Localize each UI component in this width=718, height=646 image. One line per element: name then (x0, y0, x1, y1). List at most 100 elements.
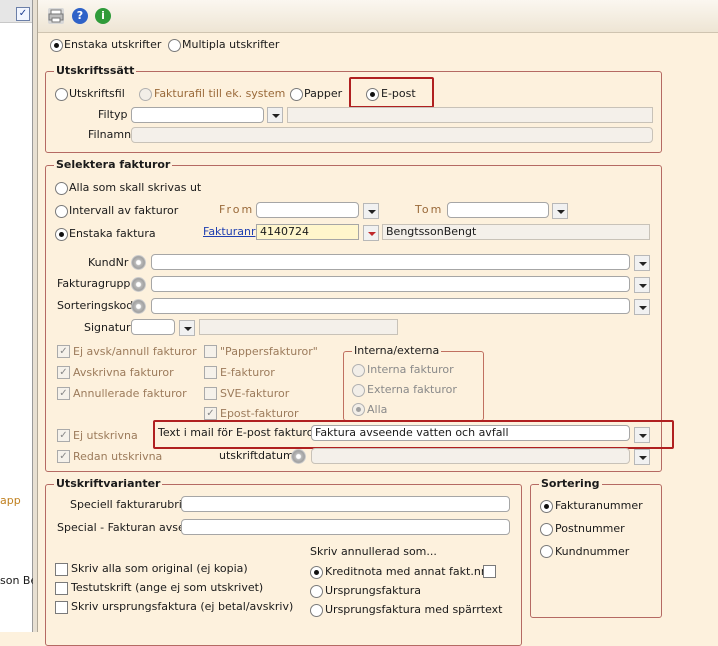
pappersfakturor-checkbox[interactable] (204, 345, 217, 358)
blocked-original-radio[interactable] (310, 604, 323, 617)
redan-utskrivna-checkbox[interactable]: ✓ (57, 450, 70, 463)
sort-postal-code-label: Postnummer (555, 522, 625, 535)
externa-radio[interactable] (352, 384, 365, 397)
sort-customer-number-radio[interactable] (540, 545, 553, 558)
signatur-extra-field (199, 319, 398, 335)
single-invoice-radio[interactable] (55, 228, 68, 241)
internal-external-title: Interna/externa (352, 344, 442, 357)
avskrivna-label: Avskrivna fakturor (73, 366, 174, 379)
filetype-extra-field (287, 107, 653, 123)
fakturagrupp-gear-icon[interactable] (131, 277, 146, 292)
from-field[interactable] (256, 202, 359, 218)
original-radio[interactable] (310, 585, 323, 598)
ej-avsk-checkbox[interactable]: ✓ (57, 345, 70, 358)
filename-field[interactable] (131, 127, 653, 143)
sorting-title: Sortering (539, 477, 602, 490)
special-header-field[interactable] (181, 496, 510, 512)
alla-label: Alla (367, 403, 388, 416)
sorteringskod-label: Sorteringskod (57, 299, 134, 312)
kundnr-field[interactable] (151, 254, 630, 270)
signatur-field[interactable] (131, 319, 175, 335)
tom-dropdown-button[interactable] (552, 203, 568, 219)
utskriftdatum-dropdown-button[interactable] (634, 449, 650, 465)
filetype-select[interactable] (131, 107, 264, 123)
alla-radio[interactable] (352, 403, 365, 416)
credit-note-checkbox[interactable] (483, 565, 496, 578)
output-file-radio[interactable] (55, 88, 68, 101)
original-checkbox[interactable] (55, 563, 68, 576)
kundnr-gear-icon[interactable] (131, 255, 146, 270)
avskrivna-checkbox[interactable]: ✓ (57, 366, 70, 379)
pane-splitter[interactable] (33, 0, 38, 632)
filetype-label: Filtyp (98, 108, 128, 121)
test-print-checkbox[interactable] (55, 582, 68, 595)
mail-text-label: Text i mail för E-post fakturor (158, 426, 318, 439)
credit-note-radio[interactable] (310, 566, 323, 579)
print-icon[interactable] (48, 8, 64, 24)
e-fakturor-checkbox[interactable] (204, 366, 217, 379)
fakturagrupp-label: Fakturagrupp (57, 277, 131, 290)
externa-label: Externa fakturor (367, 383, 457, 396)
original-invoice-label: Skriv ursprungsfaktura (ej betal/avskriv… (71, 600, 294, 613)
epost-fakturor-checkbox[interactable]: ✓ (204, 407, 217, 420)
sorteringskod-field[interactable] (151, 298, 630, 314)
single-invoice-label: Enstaka faktura (69, 227, 156, 240)
from-dropdown-button[interactable] (363, 203, 379, 219)
filename-label: Filnamn (88, 128, 132, 141)
redan-utskrivna-label: Redan utskrivna (73, 450, 163, 463)
special-subject-label: Special - Fakturan avser (57, 521, 190, 534)
ej-avsk-label: Ej avsk/annull fakturor (73, 345, 197, 358)
mail-text-field[interactable]: Faktura avseende vatten och avfall (311, 425, 630, 441)
filetype-dropdown-button[interactable] (267, 107, 283, 123)
info-icon[interactable]: i (95, 8, 111, 24)
interval-radio[interactable] (55, 205, 68, 218)
original-radio-label: Ursprungsfaktura (325, 584, 421, 597)
interna-radio[interactable] (352, 364, 365, 377)
original-invoice-checkbox[interactable] (55, 601, 68, 614)
left-fragment-name: son Be (0, 574, 38, 587)
toolbar: ? i (38, 0, 718, 33)
fakturanr-field[interactable]: 4140724 (256, 224, 359, 240)
utskriftdatum-field[interactable] (311, 448, 630, 464)
signatur-label: Signatur (84, 321, 131, 334)
mail-text-dropdown-button[interactable] (634, 427, 650, 443)
invoice-file-radio[interactable] (139, 88, 152, 101)
fakturagrupp-field[interactable] (151, 276, 630, 292)
output-file-label: Utskriftsfil (69, 87, 125, 100)
utskriftdatum-gear-icon[interactable] (291, 449, 306, 464)
print-variants-title: Utskriftvarianter (54, 477, 163, 490)
epost-fakturor-label: Epost-fakturor (220, 407, 299, 420)
invoice-file-label: Fakturafil till ek. system (154, 87, 286, 100)
annullerade-checkbox[interactable]: ✓ (57, 387, 70, 400)
signatur-dropdown-button[interactable] (179, 320, 195, 336)
all-invoices-radio[interactable] (55, 182, 68, 195)
sorteringskod-dropdown-button[interactable] (634, 299, 650, 315)
sort-invoice-number-radio[interactable] (540, 500, 553, 513)
select-invoices-title: Selektera fakturor (54, 158, 173, 171)
left-checkbox[interactable]: ✓ (16, 7, 30, 21)
left-pane: ✓ app son Be (0, 0, 37, 632)
single-print-radio[interactable] (50, 39, 63, 52)
sorteringskod-gear-icon[interactable] (131, 299, 146, 314)
multiple-print-radio[interactable] (168, 39, 181, 52)
fakturanr-link[interactable]: Fakturanr (203, 225, 255, 238)
paper-radio[interactable] (290, 88, 303, 101)
kundnr-dropdown-button[interactable] (634, 255, 650, 271)
email-radio[interactable] (366, 88, 379, 101)
output-method-title: Utskriftssätt (54, 64, 137, 77)
sve-fakturor-label: SVE-fakturor (220, 387, 290, 400)
special-subject-field[interactable] (181, 519, 510, 535)
help-icon[interactable]: ? (72, 8, 88, 24)
tom-field[interactable] (447, 202, 549, 218)
fakturagrupp-dropdown-button[interactable] (634, 277, 650, 293)
original-label: Skriv alla som original (ej kopia) (71, 562, 248, 575)
single-print-label: Enstaka utskrifter (64, 38, 162, 51)
sve-fakturor-checkbox[interactable] (204, 387, 217, 400)
ej-utskrivna-label: Ej utskrivna (73, 429, 138, 442)
sort-postal-code-radio[interactable] (540, 523, 553, 536)
multiple-print-label: Multipla utskrifter (182, 38, 280, 51)
fakturanr-dropdown-button[interactable] (363, 225, 379, 241)
ej-utskrivna-checkbox[interactable]: ✓ (57, 429, 70, 442)
sort-invoice-number-label: Fakturanummer (555, 499, 643, 512)
left-fragment-app: app (0, 494, 21, 507)
